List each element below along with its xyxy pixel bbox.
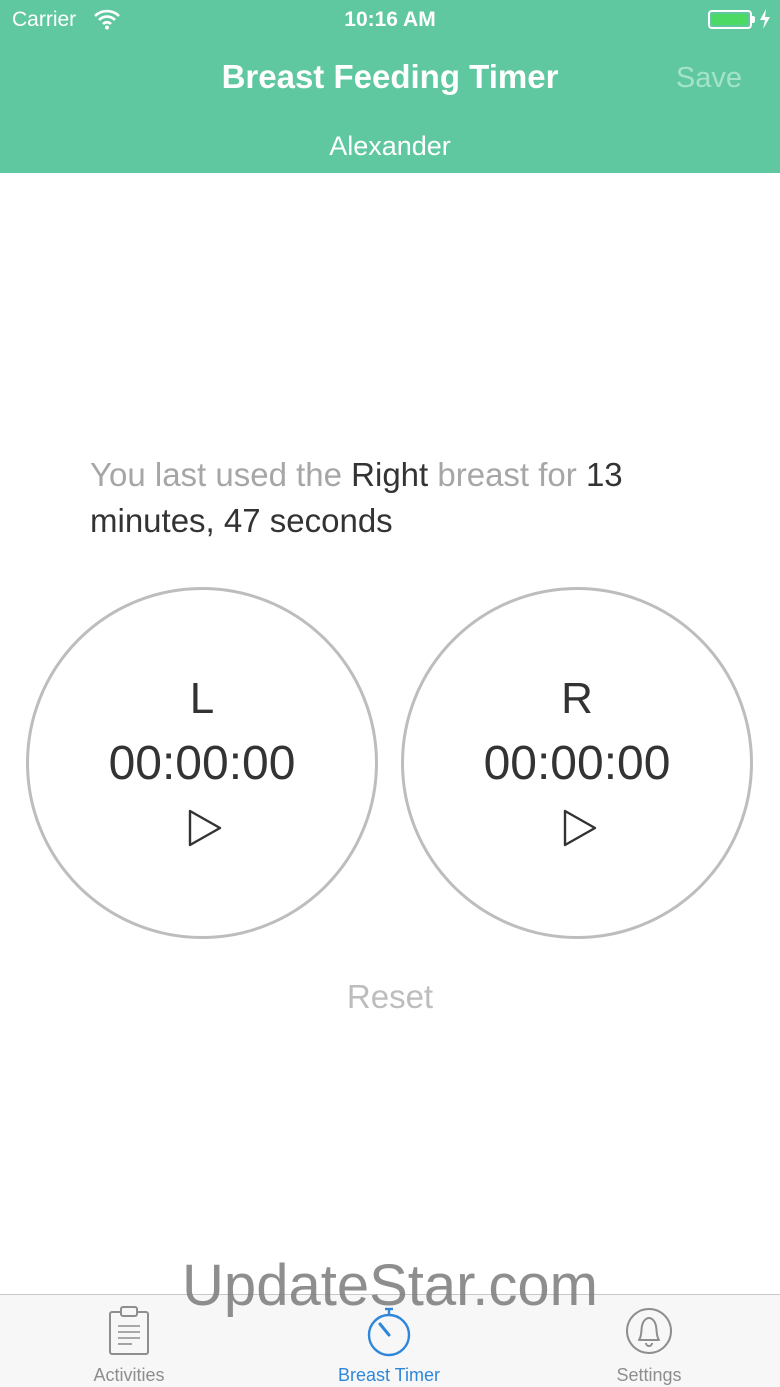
page-title: Breast Feeding Timer bbox=[221, 58, 559, 95]
left-timer-label: L bbox=[189, 674, 215, 723]
last-used-side: Right bbox=[351, 456, 429, 493]
battery-icon bbox=[708, 10, 752, 29]
watermark: UpdateStar.com bbox=[182, 1253, 598, 1318]
tab-label: Breast Timer bbox=[337, 1365, 441, 1385]
last-used-prefix: You last used the bbox=[90, 456, 352, 493]
left-timer-time: 00:00:00 bbox=[108, 737, 296, 790]
left-timer-button[interactable]: L 00:00:00 bbox=[26, 587, 378, 939]
tab-label: Settings bbox=[616, 1365, 682, 1385]
battery-tip bbox=[752, 16, 755, 23]
charging-bolt-icon bbox=[760, 9, 770, 29]
reset-button[interactable]: Reset bbox=[0, 978, 780, 1016]
tab-label: Activities bbox=[93, 1365, 165, 1385]
header: Carrier 10:16 AM Breast Feeding Timer Sa… bbox=[0, 0, 780, 173]
save-button[interactable]: Save bbox=[676, 62, 742, 95]
play-icon bbox=[188, 809, 222, 847]
last-used-middle: breast for bbox=[428, 456, 586, 493]
last-used-message: You last used the Right breast for 13 mi… bbox=[90, 452, 710, 544]
right-timer-label: R bbox=[561, 674, 593, 723]
right-timer-time: 00:00:00 bbox=[483, 737, 671, 790]
child-name: Alexander bbox=[329, 131, 451, 161]
play-icon bbox=[563, 809, 597, 847]
status-time: 10:16 AM bbox=[344, 8, 436, 31]
right-timer-button[interactable]: R 00:00:00 bbox=[401, 587, 753, 939]
status-bar: Carrier 10:16 AM bbox=[0, 0, 780, 40]
